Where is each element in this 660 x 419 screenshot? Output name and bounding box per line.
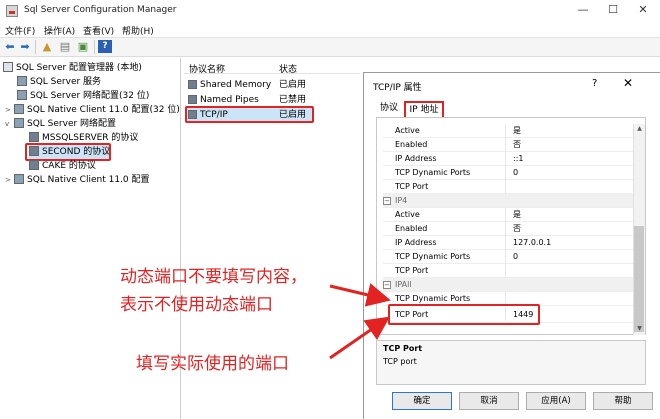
annotation-arrows (329, 283, 391, 360)
arrow-to-dynamic-ports (329, 283, 391, 307)
arrow-to-tcp-port (329, 316, 390, 360)
